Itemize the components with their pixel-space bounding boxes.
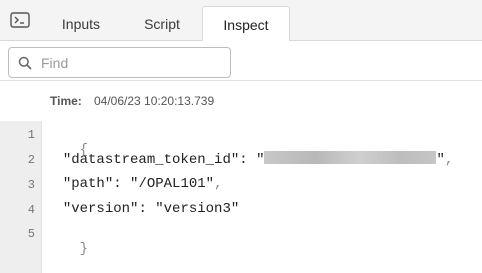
- tab-bar: Inputs Script Inspect: [0, 0, 482, 42]
- json-key: "path": [62, 176, 114, 192]
- terminal-button[interactable]: [8, 10, 32, 30]
- tab-inspect[interactable]: Inspect: [202, 6, 290, 42]
- time-label: Time:: [50, 94, 82, 108]
- code-line: "path": "/OPAL101",: [46, 176, 223, 192]
- find-field[interactable]: [8, 47, 231, 78]
- json-value: ": [256, 152, 265, 168]
- line-number: 5: [27, 227, 35, 241]
- line-number: 1: [27, 128, 35, 142]
- code-line: "version": "version3": [46, 201, 239, 217]
- code-line: "datastream_token_id": " ",: [46, 151, 453, 168]
- json-value: "version3": [155, 201, 240, 217]
- line-number: 2: [27, 153, 35, 167]
- json-viewer: 1 2 3 4 5 { "datastream_token_id": " ", "…: [0, 121, 482, 273]
- json-value-end: ": [436, 152, 445, 168]
- json-comma: ,: [214, 176, 223, 192]
- line-number: 4: [27, 203, 35, 217]
- json-key: "datastream_token_id": [62, 152, 240, 168]
- line-number: 3: [27, 178, 35, 192]
- find-input[interactable]: [41, 53, 221, 73]
- tab-inputs[interactable]: Inputs: [42, 6, 120, 41]
- json-colon: :: [138, 201, 156, 217]
- redacted-token-value: [264, 151, 437, 164]
- line-number-gutter: 1 2 3 4 5: [0, 121, 42, 273]
- json-key: "version": [62, 201, 139, 217]
- json-comma: ,: [444, 152, 454, 168]
- json-colon: :: [113, 176, 131, 192]
- time-row: Time: 04/06/23 10:20:13.739: [0, 82, 482, 120]
- timestamp: 04/06/23 10:20:13.739: [94, 94, 215, 108]
- search-icon: [18, 56, 32, 70]
- code-line: }: [46, 225, 88, 273]
- terminal-icon: [10, 12, 30, 28]
- json-value: "/OPAL101": [130, 176, 215, 192]
- close-brace: }: [79, 241, 89, 257]
- tab-script[interactable]: Script: [122, 6, 202, 41]
- json-colon: :: [239, 152, 257, 168]
- find-bar: [0, 41, 482, 81]
